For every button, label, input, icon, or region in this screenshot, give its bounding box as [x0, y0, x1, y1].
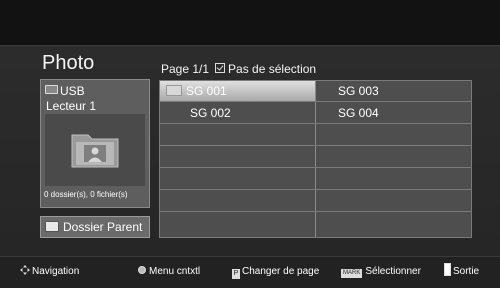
file-item-sg001[interactable]: SG 001 — [160, 81, 315, 101]
help-mark: MARK Sélectionner — [341, 262, 421, 282]
file-item-label: SG 003 — [338, 84, 379, 98]
page-title: Photo — [42, 52, 95, 74]
help-page-label: Changer de page — [242, 266, 320, 277]
help-navigation: Navigation — [20, 262, 79, 282]
exit-key-icon — [444, 263, 451, 276]
help-page: P Changer de page — [232, 262, 319, 282]
file-item-label: SG 001 — [186, 84, 227, 98]
file-item-sg002[interactable]: SG 002 — [190, 103, 231, 123]
folder-photo-icon — [71, 134, 119, 168]
navigation-arrows-icon — [20, 265, 30, 275]
help-exit: Sortie — [444, 262, 479, 282]
parent-folder-label: Dossier Parent — [63, 220, 143, 234]
page-indicator: Page 1/1 Pas de sélection — [161, 62, 316, 76]
checkbox-icon — [215, 63, 226, 73]
folder-icon — [166, 85, 182, 96]
help-exit-label: Sortie — [453, 266, 480, 277]
source-panel[interactable]: USB Lecteur 1 0 dossier(s), 0 fichier(s) — [40, 79, 150, 208]
grid-divider — [315, 81, 316, 237]
page-number: Page 1/1 — [161, 62, 210, 76]
grid-row-line — [160, 211, 471, 212]
grid-row-line — [160, 123, 471, 124]
file-item-label: SG 004 — [338, 106, 379, 120]
folder-preview — [45, 114, 145, 186]
help-bar: Navigation Menu cntxtl P Changer de page … — [0, 262, 500, 282]
file-grid: SG 001 SG 002 SG 003 SG 004 — [159, 80, 472, 238]
ok-button-icon — [138, 266, 146, 274]
help-menu-label: Menu cntxtl — [149, 266, 201, 277]
help-mark-label: Sélectionner — [365, 266, 421, 277]
help-menu: Menu cntxtl — [138, 262, 200, 282]
grid-row-line — [160, 101, 471, 102]
file-item-label: SG 002 — [190, 106, 231, 120]
grid-row-line — [160, 167, 471, 168]
file-item-sg004[interactable]: SG 004 — [338, 103, 379, 123]
parent-folder-button[interactable]: Dossier Parent — [40, 216, 150, 238]
top-band — [0, 0, 500, 45]
grid-row-line — [160, 145, 471, 146]
page-key-icon: P — [232, 269, 240, 279]
selection-status: Pas de sélection — [228, 62, 317, 76]
source-name: Lecteur 1 — [46, 99, 97, 113]
help-navigation-label: Navigation — [32, 266, 80, 277]
parent-folder-icon — [45, 221, 59, 232]
source-device-label: USB — [60, 84, 85, 98]
mark-key-icon: MARK — [341, 269, 363, 278]
file-item-sg003[interactable]: SG 003 — [338, 81, 379, 101]
source-device: USB — [45, 84, 85, 98]
usb-icon — [45, 85, 58, 94]
grid-row-line — [160, 189, 471, 190]
source-status: 0 dossier(s), 0 fichier(s) — [44, 190, 128, 199]
